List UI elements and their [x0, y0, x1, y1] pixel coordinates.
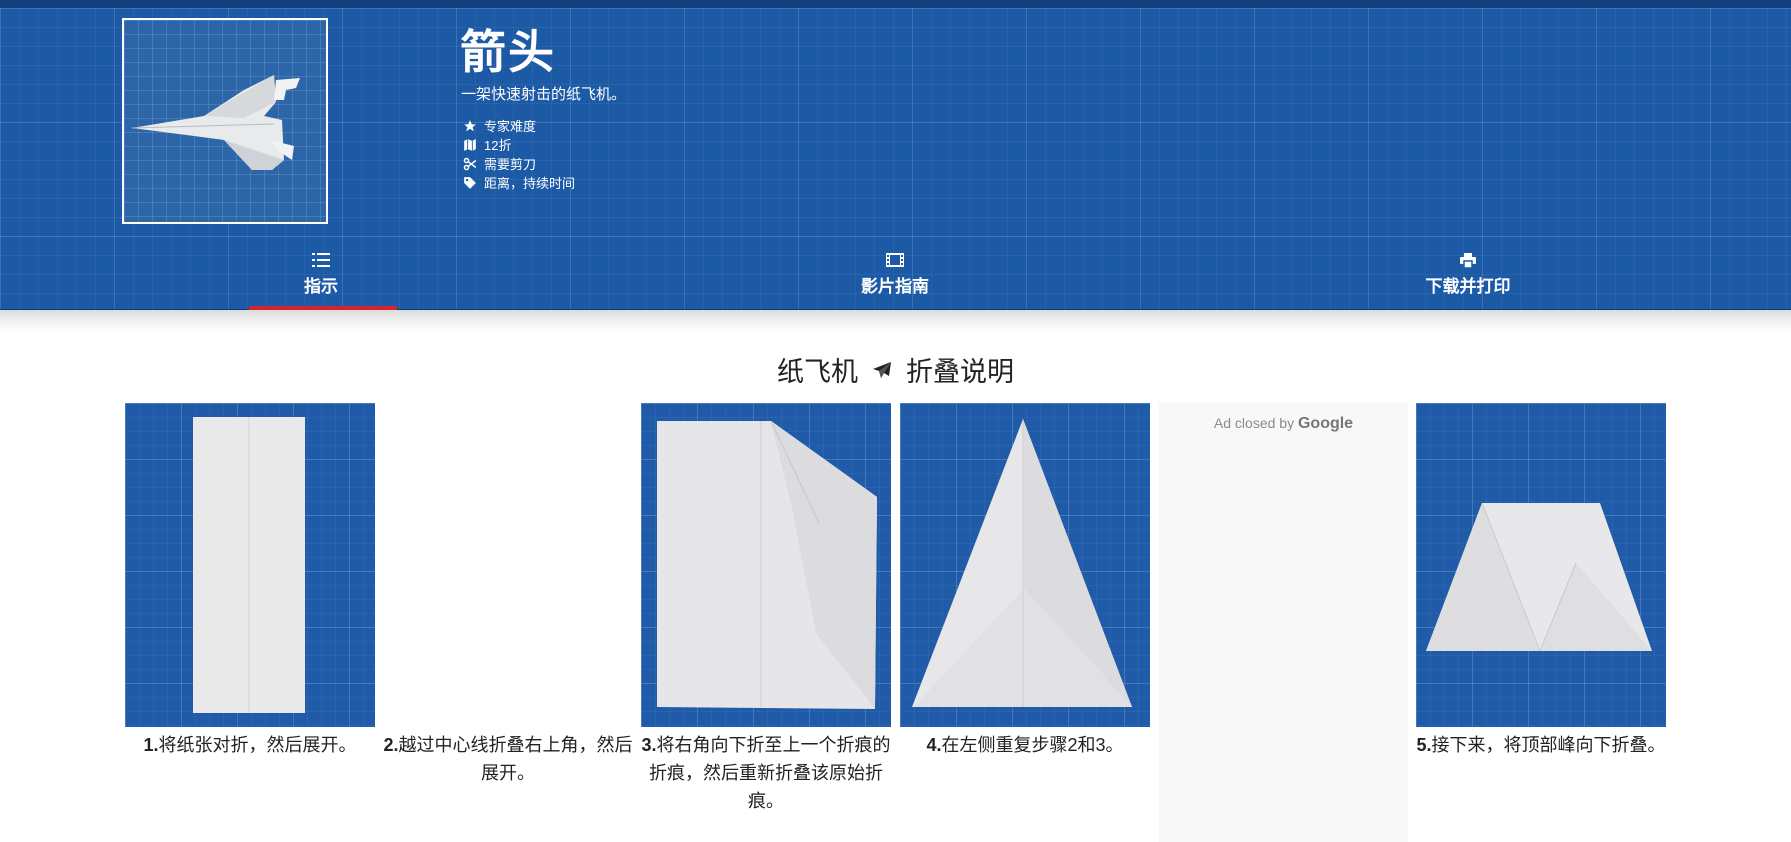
step-card: 4.在左侧重复步骤2和3。 [900, 403, 1150, 759]
ad-closed-text: Ad closed by [1213, 415, 1295, 431]
ad-slot: Ad closed by Google [1159, 403, 1408, 842]
meta-folds: 12折 [463, 135, 575, 154]
step-card: 2.越过中心线折叠右上角，然后展开。 [383, 403, 633, 787]
ad-closed-notice: Ad closed by Google [1159, 415, 1408, 433]
film-icon [795, 250, 995, 270]
star-icon [463, 119, 479, 133]
tab-instructions-label: 指示 [304, 277, 338, 296]
step-card: 1.将纸张对折，然后展开。 [125, 403, 375, 759]
header-banner: 箭头 一架快速射击的纸飞机。 专家难度 12折 需要剪刀 距离，持续时间 指示 … [0, 0, 1791, 310]
section-title-left: 纸飞机 [777, 357, 858, 387]
step-3-photo [641, 403, 891, 727]
meta-tools: 需要剪刀 [463, 154, 575, 173]
meta-folds-text: 12折 [484, 138, 512, 153]
map-icon [463, 138, 479, 152]
step-5-number: 5. [1416, 735, 1432, 755]
section-heading: 纸飞机 折叠说明 [0, 350, 1791, 390]
page-subtitle: 一架快速射击的纸飞机。 [461, 86, 627, 103]
page-title: 箭头 [460, 26, 556, 78]
tag-icon [463, 176, 479, 190]
tab-video-guide-label: 影片指南 [861, 277, 929, 296]
header-shadow [0, 310, 1791, 332]
step-4-photo [900, 403, 1150, 727]
tab-video-guide[interactable]: 影片指南 [795, 250, 995, 312]
step-5-caption: 5.接下来，将顶部峰向下折叠。 [1416, 731, 1666, 759]
step-3-number: 3. [641, 735, 657, 755]
plane-hero-photo [122, 18, 328, 224]
step-4-caption: 4.在左侧重复步骤2和3。 [900, 731, 1150, 759]
plane-meta-list: 专家难度 12折 需要剪刀 距离，持续时间 [463, 116, 575, 192]
print-icon [1368, 250, 1568, 270]
step-2-number: 2. [383, 735, 399, 755]
meta-tags-text: 距离，持续时间 [484, 176, 576, 191]
step-1-number: 1. [143, 735, 159, 755]
meta-difficulty-text: 专家难度 [484, 119, 537, 134]
tab-download-print-label: 下载并打印 [1425, 277, 1511, 296]
step-2-photo [383, 403, 633, 727]
step-2-caption: 2.越过中心线折叠右上角，然后展开。 [383, 731, 633, 787]
step-4-text: 在左侧重复步骤2和3。 [941, 735, 1124, 755]
step-1-caption: 1.将纸张对折，然后展开。 [125, 731, 375, 759]
step-5-text: 接下来，将顶部峰向下折叠。 [1431, 735, 1666, 755]
tab-bar: 指示 影片指南 下载并打印 [0, 250, 1791, 318]
step-2-text: 越过中心线折叠右上角，然后展开。 [398, 735, 633, 783]
meta-tags: 距离，持续时间 [463, 173, 575, 192]
google-logo: Google [1297, 415, 1354, 432]
section-title-right: 折叠说明 [906, 357, 1014, 387]
plane-icon [870, 359, 894, 390]
scissors-icon [463, 157, 479, 171]
step-card: 5.接下来，将顶部峰向下折叠。 [1416, 403, 1666, 759]
step-4-number: 4. [926, 735, 942, 755]
step-3-text: 将右角向下折至上一个折痕的折痕，然后重新折叠该原始折痕。 [649, 735, 891, 811]
list-icon [221, 250, 421, 270]
step-1-photo [125, 403, 375, 727]
tab-download-print[interactable]: 下载并打印 [1368, 250, 1568, 312]
tab-instructions[interactable]: 指示 [221, 250, 421, 312]
step-card: 3.将右角向下折至上一个折痕的折痕，然后重新折叠该原始折痕。 [641, 403, 891, 815]
step-5-photo [1416, 403, 1666, 727]
step-1-text: 将纸张对折，然后展开。 [158, 735, 357, 755]
meta-tools-text: 需要剪刀 [484, 157, 537, 172]
meta-difficulty: 专家难度 [463, 116, 575, 135]
step-3-caption: 3.将右角向下折至上一个折痕的折痕，然后重新折叠该原始折痕。 [641, 731, 891, 815]
